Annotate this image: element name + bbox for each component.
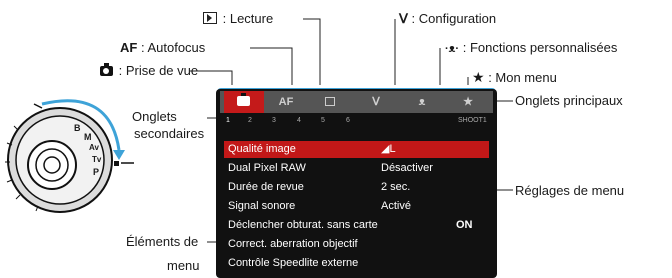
menu-item-correct-aberration[interactable]: Correct. aberration objectif [228, 236, 358, 253]
label-elements-line1: Éléments de [126, 234, 199, 249]
dial-index-mark [114, 161, 119, 166]
menu-value-dual-pixel-raw: Désactiver [381, 162, 433, 174]
label-fonctions-personnalisees: ·ᴥ· : Fonctions personnalisées [445, 40, 618, 55]
tab-my-menu[interactable]: ★ [448, 91, 488, 113]
subtab-5[interactable]: 5 [321, 115, 325, 127]
arrow-head [113, 150, 125, 160]
label-elements-line2: menu [167, 258, 200, 273]
playback-icon [203, 12, 217, 24]
tab-custom-functions[interactable]: ᴥ [402, 91, 442, 113]
label-reglages-de-menu: Réglages de menu [515, 183, 625, 198]
menu-value-signal-sonore: Activé [381, 200, 411, 212]
menu-item-qualite-image[interactable]: Qualité image [224, 141, 489, 158]
tab-shooting[interactable] [224, 91, 264, 113]
menu-item-dual-pixel-raw[interactable]: Dual Pixel RAW [228, 160, 306, 177]
label-prise-de-vue: : Prise de vue [100, 63, 198, 79]
dial-letter-b: B [74, 123, 81, 133]
camera-tab-icon [236, 93, 250, 106]
subtab-3[interactable]: 3 [272, 115, 276, 127]
custom-functions-icon: ·ᴥ· [445, 43, 460, 55]
dial-letter-p: P [93, 167, 100, 177]
main-tabs-bar: AF ᐯ ᴥ ★ [220, 91, 493, 113]
tab-playback[interactable] [310, 91, 350, 113]
label-autofocus: AF : Autofocus [120, 40, 206, 55]
menu-item-controle-speedlite[interactable]: Contrôle Speedlite externe [228, 255, 358, 272]
wrench-tab-icon: ᐯ [372, 96, 380, 108]
camera-menu-screen: AF ᐯ ᴥ ★ 1 2 3 4 5 6 SHOOT1 Qualité imag… [216, 89, 497, 278]
menu-value-declencher-sans-carte: ON [456, 219, 473, 231]
label-onglets-secondaires-line2: secondaires [134, 126, 205, 141]
label-lecture: : Lecture [203, 11, 273, 27]
tab-af[interactable]: AF [266, 91, 306, 113]
custom-tab-icon: ᴥ [418, 96, 426, 108]
star-tab-icon: ★ [463, 96, 473, 108]
tab-setup[interactable]: ᐯ [356, 91, 396, 113]
menu-item-signal-sonore[interactable]: Signal sonore [228, 198, 295, 215]
label-onglets-principaux: Onglets principaux [515, 93, 623, 108]
wrench-icon: ᐯ [399, 11, 408, 26]
subtab-6[interactable]: 6 [346, 115, 350, 127]
label-mon-menu: ★ : Mon menu [472, 69, 557, 85]
menu-item-declencher-sans-carte[interactable]: Déclencher obturat. sans carte [228, 217, 378, 234]
subtab-2[interactable]: 2 [248, 115, 252, 127]
label-onglets-secondaires-line1: Onglets [132, 109, 177, 124]
menu-value-duree-revue: 2 sec. [381, 181, 411, 193]
label-configuration: ᐯ : Configuration [399, 11, 497, 26]
star-icon: ★ [472, 69, 485, 85]
subtab-4[interactable]: 4 [297, 115, 301, 127]
camera-icon [100, 63, 113, 76]
sub-tabs-bar: 1 2 3 4 5 6 SHOOT1 [220, 115, 493, 127]
menu-item-duree-revue[interactable]: Durée de revue [228, 179, 304, 196]
subtab-1[interactable]: 1 [226, 115, 230, 127]
playback-tab-icon [325, 97, 335, 106]
subtab-name: SHOOT1 [458, 117, 487, 124]
menu-value-qualite-image: ◢L [381, 143, 396, 155]
